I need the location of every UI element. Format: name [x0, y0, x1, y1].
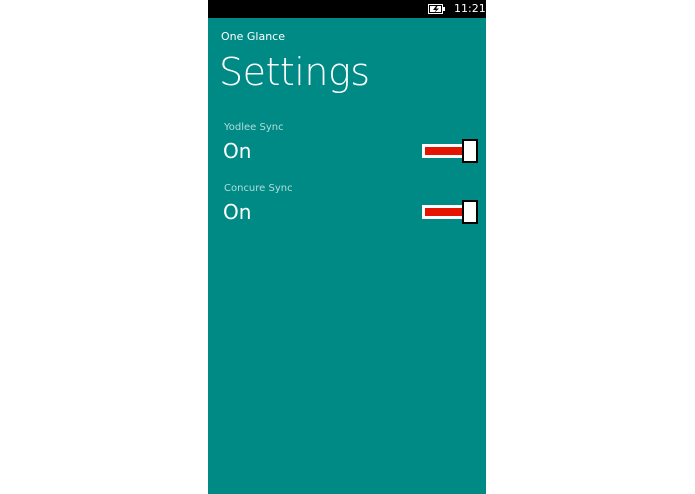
setting-value: On: [223, 139, 252, 163]
toggle-thumb[interactable]: [462, 139, 478, 163]
toggle-track: [422, 144, 466, 158]
toggle-fill: [425, 208, 463, 216]
toggle-fill: [425, 147, 463, 155]
battery-charging-icon: [428, 4, 445, 14]
app-name: One Glance: [221, 30, 286, 43]
phone-screen: 11:21 One Glance Settings Yodlee Sync On…: [208, 0, 486, 494]
status-time: 11:21: [454, 2, 486, 15]
status-bar: 11:21: [208, 0, 486, 18]
setting-yodlee-sync: Yodlee Sync On: [208, 121, 486, 171]
setting-label: Concure Sync: [224, 183, 293, 194]
setting-label: Yodlee Sync: [224, 122, 284, 133]
toggle-thumb[interactable]: [462, 200, 478, 224]
setting-value: On: [223, 200, 252, 224]
concure-sync-toggle[interactable]: [422, 200, 478, 224]
setting-concure-sync: Concure Sync On: [208, 182, 486, 232]
toggle-track: [422, 205, 466, 219]
yodlee-sync-toggle[interactable]: [422, 139, 478, 163]
page-title: Settings: [219, 50, 370, 94]
